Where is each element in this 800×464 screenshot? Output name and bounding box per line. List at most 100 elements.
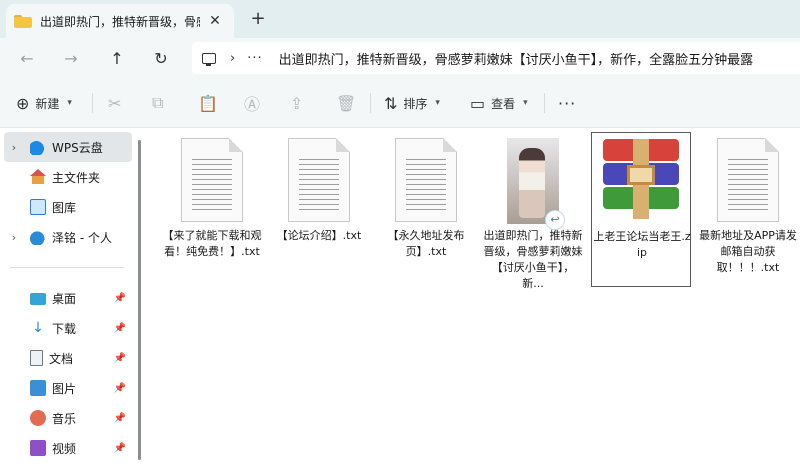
file-item-video[interactable]: ↩ 出道即热门，推特新晋级，骨感萝莉嫩妹【讨厌小鱼干】，新...: [483, 132, 583, 290]
documents-icon: [30, 350, 43, 366]
divider: [370, 93, 371, 113]
divider: [544, 93, 545, 113]
file-name: 【来了就能下载和观看！纯免费！】.txt: [162, 229, 262, 258]
sidebar-item-documents[interactable]: 文档 📌: [4, 343, 132, 373]
sidebar-item-label: WPS云盘: [52, 140, 103, 155]
gallery-icon: [30, 199, 46, 215]
sidebar-divider: [10, 267, 124, 268]
clipboard-icon: 📋: [198, 93, 218, 113]
up-button[interactable]: ↑: [104, 46, 130, 70]
pictures-icon: [30, 380, 46, 396]
more-options-button[interactable]: ···: [558, 91, 576, 115]
view-button-label: 查看: [491, 96, 516, 111]
sort-button-label: 排序: [403, 96, 428, 111]
sidebar-item-label: 泽铭 - 个人: [52, 230, 112, 245]
file-item-txt[interactable]: 【论坛介绍】.txt: [269, 132, 369, 287]
sidebar-item-label: 文档: [49, 351, 74, 366]
sidebar-item-onedrive[interactable]: › 泽铭 - 个人: [4, 222, 132, 252]
view-button[interactable]: ▭ 查看 ▾: [470, 91, 528, 115]
delete-button[interactable]: 🗑: [336, 91, 362, 115]
breadcrumb-more-button[interactable]: ···: [247, 51, 262, 66]
file-name: 【论坛介绍】.txt: [276, 229, 362, 242]
text-file-icon: [395, 138, 457, 222]
view-icon: ▭: [470, 93, 486, 113]
new-button-label: 新建: [35, 96, 60, 111]
sort-icon: ⇅: [384, 93, 398, 113]
tab-title: 出道即热门，推特新晋级，骨感: [40, 14, 200, 29]
file-item-zip[interactable]: 上老王论坛当老王.zip: [591, 132, 691, 287]
chevron-right-icon[interactable]: ›: [4, 231, 24, 244]
sort-button[interactable]: ⇅ 排序 ▾: [384, 91, 440, 115]
navigation-pane: › WPS云盘 主文件夹 图库 › 泽铭 - 个人 桌面 📌 ↓ 下载 📌 文档…: [0, 128, 148, 464]
sidebar-item-label: 下载: [52, 321, 77, 336]
back-button[interactable]: ←: [14, 46, 40, 70]
sidebar-item-desktop[interactable]: 桌面 📌: [4, 283, 132, 313]
cut-button[interactable]: ✂: [108, 91, 127, 115]
pin-icon[interactable]: 📌: [114, 293, 126, 304]
chevron-down-icon: ▾: [435, 98, 440, 108]
file-item-txt[interactable]: 最新地址及APP请发邮箱自动获取！！！.txt: [698, 132, 798, 287]
new-button[interactable]: ⊕ 新建 ▾: [16, 91, 72, 115]
tab-bar: 出道即热门，推特新晋级，骨感 ✕ +: [0, 0, 800, 38]
sidebar-item-gallery[interactable]: 图库: [4, 192, 132, 222]
rename-icon: Ⓐ: [244, 95, 261, 114]
sidebar-item-home[interactable]: 主文件夹: [4, 162, 132, 192]
address-bar[interactable]: › ··· 出道即热门，推特新晋级，骨感萝莉嫩妹【讨厌小鱼干】，新作，全露脸五分…: [192, 42, 800, 74]
sidebar-item-label: 视频: [52, 441, 77, 456]
file-item-txt[interactable]: 【永久地址发布页】.txt: [376, 132, 476, 287]
file-item-txt[interactable]: 【来了就能下载和观看！纯免费！】.txt: [162, 132, 262, 287]
video-icon: [30, 440, 46, 456]
file-name: 上老王论坛当老王.zip: [593, 230, 691, 259]
pin-icon[interactable]: 📌: [114, 413, 126, 424]
address-row: ← → ↑ ↻ › ··· 出道即热门，推特新晋级，骨感萝莉嫩妹【讨厌小鱼干】，…: [0, 38, 800, 78]
copy-icon: ⧉: [152, 93, 164, 112]
file-list: 【来了就能下载和观看！纯免费！】.txt 【论坛介绍】.txt 【永久地址发布页…: [148, 128, 800, 464]
copy-button[interactable]: ⧉: [152, 91, 169, 115]
tab-current[interactable]: 出道即热门，推特新晋级，骨感 ✕: [6, 4, 234, 38]
home-icon: [30, 169, 46, 185]
sidebar-item-label: 图片: [52, 381, 77, 396]
pin-icon[interactable]: 📌: [114, 323, 126, 334]
file-name: 出道即热门，推特新晋级，骨感萝莉嫩妹【讨厌小鱼干】，新...: [483, 229, 583, 290]
this-pc-icon[interactable]: [202, 52, 216, 66]
video-thumbnail: ↩: [507, 138, 565, 230]
pin-icon[interactable]: 📌: [114, 443, 126, 454]
pin-icon[interactable]: 📌: [114, 353, 126, 364]
close-tab-button[interactable]: ✕: [206, 12, 224, 30]
sidebar-item-label: 音乐: [52, 411, 77, 426]
sidebar-item-label: 桌面: [52, 291, 77, 306]
file-name: 【永久地址发布页】.txt: [387, 229, 465, 258]
trash-icon: 🗑: [336, 93, 357, 113]
shortcut-arrow-icon: ↩: [545, 210, 565, 230]
winrar-archive-icon: [597, 139, 685, 219]
folder-icon: [14, 14, 32, 28]
breadcrumb-current-folder[interactable]: 出道即热门，推特新晋级，骨感萝莉嫩妹【讨厌小鱼干】，新作，全露脸五分钟最露: [279, 49, 754, 68]
divider: [92, 93, 93, 113]
text-file-icon: [288, 138, 350, 222]
new-tab-button[interactable]: +: [248, 9, 268, 29]
paste-button[interactable]: 📋: [198, 91, 224, 115]
scissors-icon: ✂: [108, 93, 122, 113]
share-button[interactable]: ⇪: [290, 91, 309, 115]
sidebar-item-downloads[interactable]: ↓ 下载 📌: [4, 313, 132, 343]
sidebar-item-wps-cloud[interactable]: › WPS云盘: [4, 132, 132, 162]
rename-button[interactable]: Ⓐ: [244, 91, 266, 115]
pin-icon[interactable]: 📌: [114, 383, 126, 394]
refresh-button[interactable]: ↻: [148, 46, 174, 70]
music-icon: [30, 410, 46, 426]
chevron-right-icon[interactable]: ›: [4, 141, 24, 154]
sidebar-item-label: 图库: [52, 200, 77, 215]
forward-button[interactable]: →: [58, 46, 84, 70]
breadcrumb-separator[interactable]: ›: [230, 51, 235, 66]
chevron-down-icon: ▾: [523, 98, 528, 108]
sidebar-item-videos[interactable]: 视频 📌: [4, 433, 132, 463]
sidebar-item-music[interactable]: 音乐 📌: [4, 403, 132, 433]
sidebar-scrollbar[interactable]: [138, 140, 141, 460]
plus-circle-icon: ⊕: [16, 93, 30, 113]
file-name: 最新地址及APP请发邮箱自动获取！！！.txt: [699, 229, 797, 274]
sidebar-item-label: 主文件夹: [52, 170, 101, 185]
onedrive-icon: [30, 229, 46, 245]
text-file-icon: [717, 138, 779, 222]
share-icon: ⇪: [290, 93, 304, 113]
sidebar-item-pictures[interactable]: 图片 📌: [4, 373, 132, 403]
